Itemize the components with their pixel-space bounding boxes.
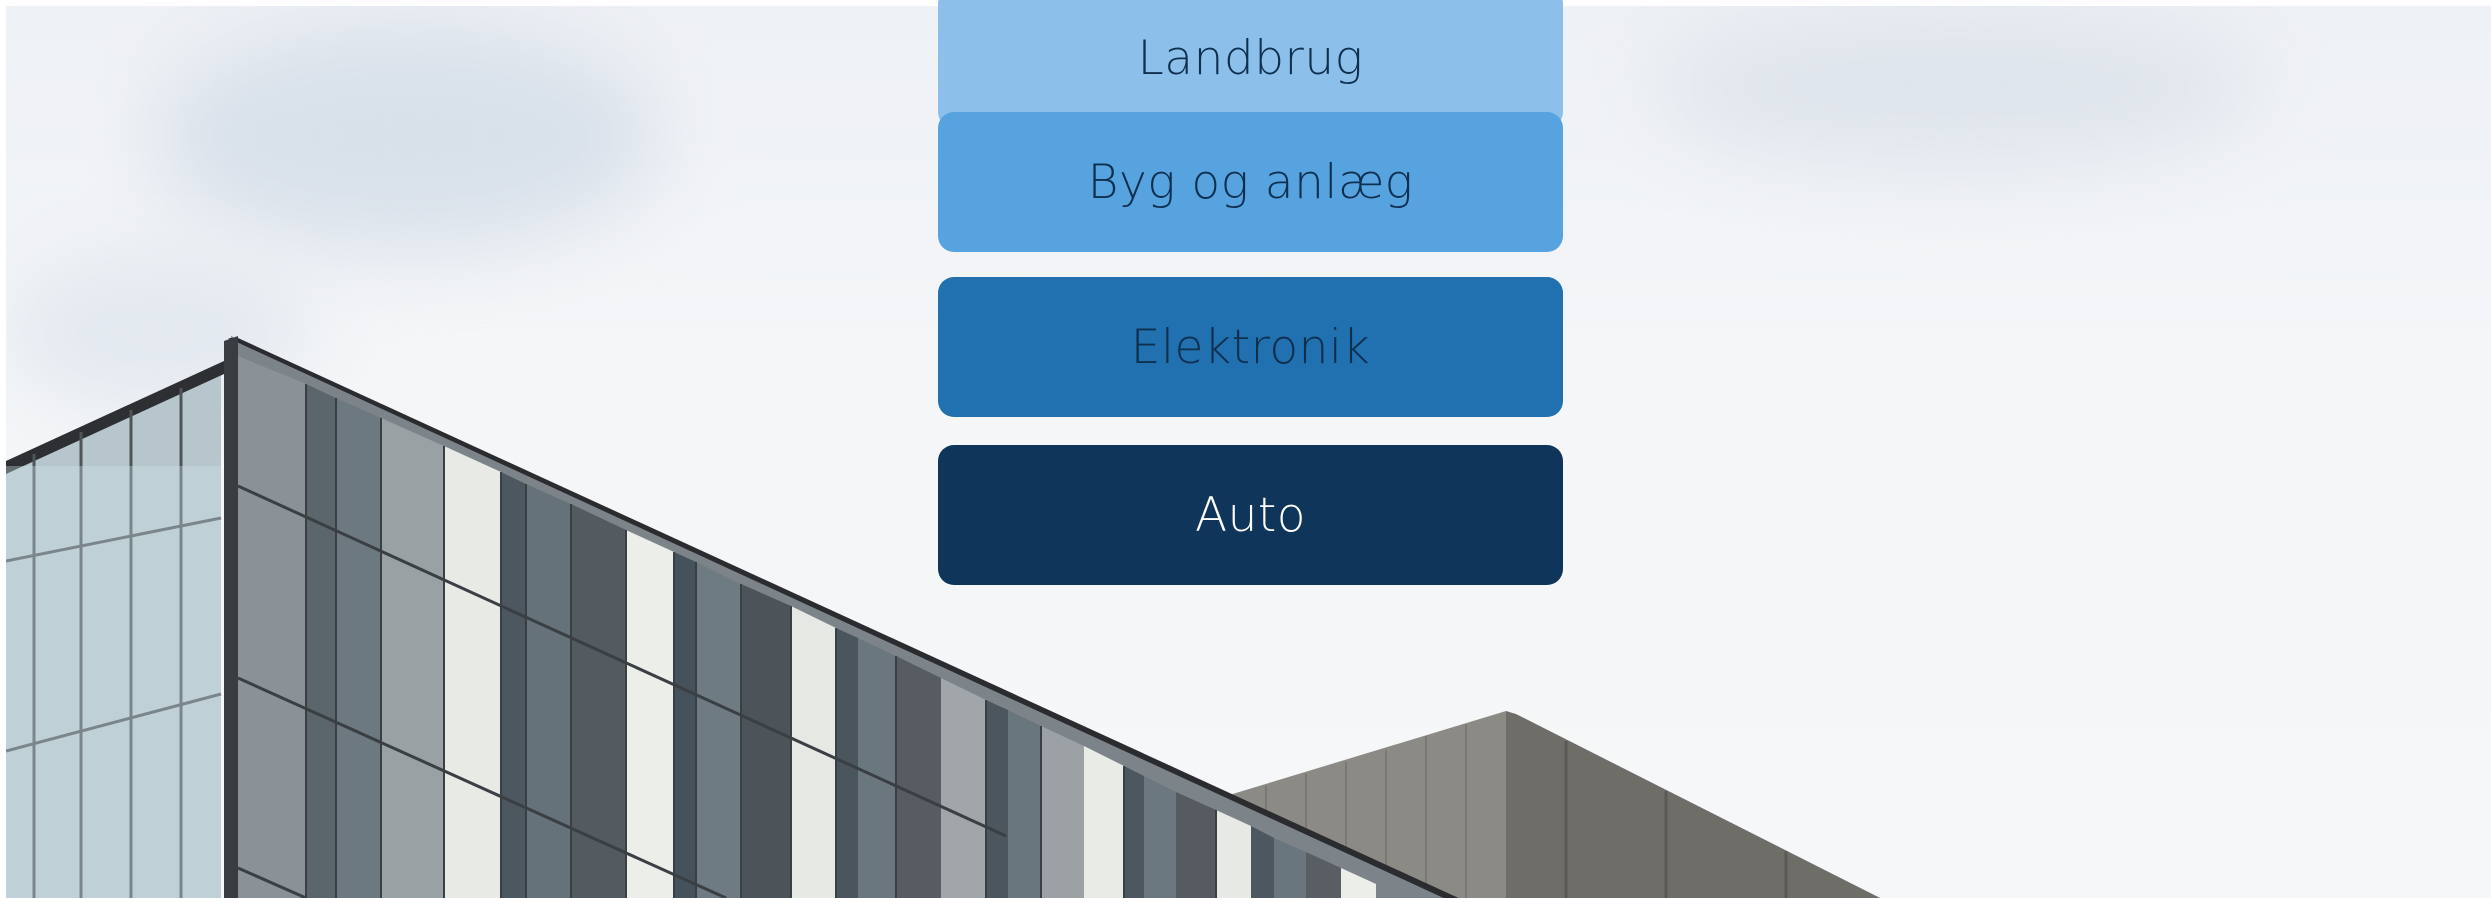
category-label: Auto xyxy=(1194,487,1307,543)
category-button-landbrug[interactable]: Landbrug xyxy=(938,0,1563,128)
category-button-byg-og-anlaeg[interactable]: Byg og anlæg xyxy=(938,112,1563,252)
category-button-auto[interactable]: Auto xyxy=(938,445,1563,585)
category-label: Elektronik xyxy=(1130,319,1371,375)
category-label: Byg og anlæg xyxy=(1087,154,1414,210)
category-label: Landbrug xyxy=(1137,30,1364,86)
category-button-elektronik[interactable]: Elektronik xyxy=(938,277,1563,417)
